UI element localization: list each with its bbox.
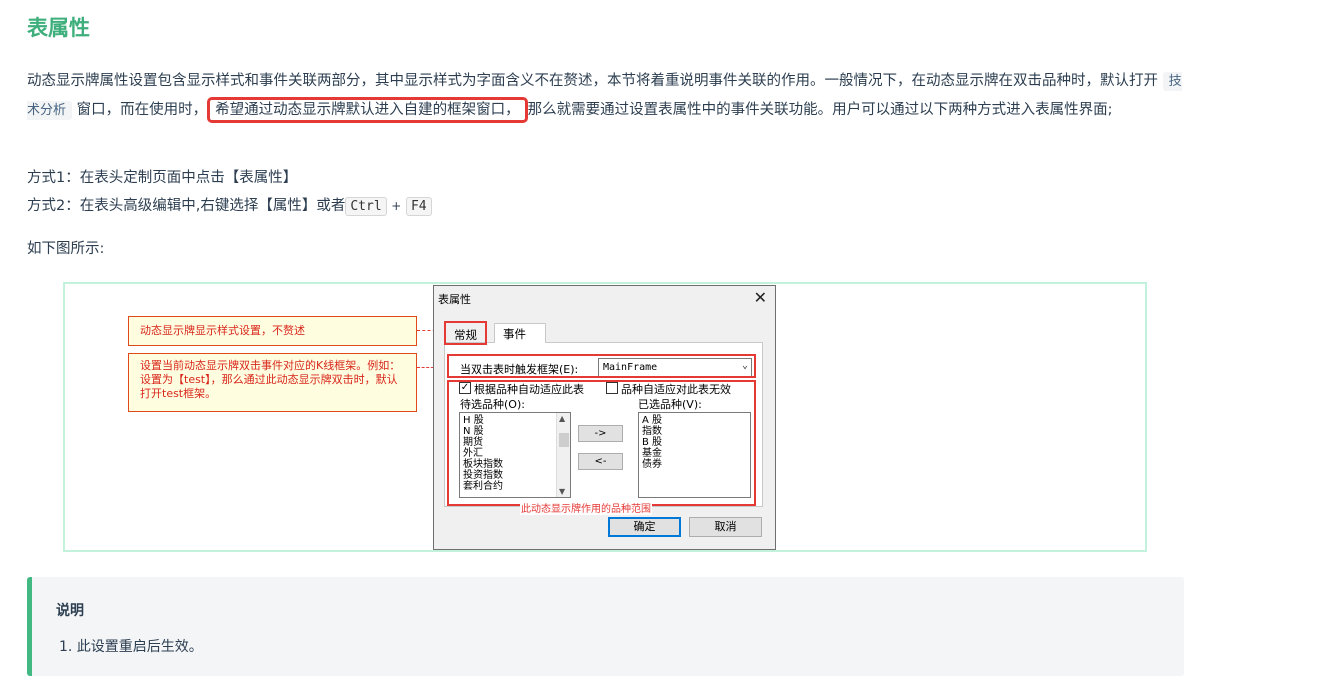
callout-style-note: 动态显示牌显示样式设置，不赘述 — [128, 316, 417, 346]
note-title: 说明 — [56, 603, 84, 619]
intro-text-2: 窗口，而在使用时， — [76, 102, 208, 118]
highlight-outline-frame — [447, 354, 756, 378]
kbd-plus: + — [391, 199, 402, 213]
highlight-outline-range — [447, 380, 756, 506]
ok-button[interactable]: 确定 — [608, 517, 681, 537]
dialog-title: 表属性 — [438, 293, 471, 306]
intro-paragraph: 动态显示牌属性设置包含显示样式和事件关联两部分，其中显示样式为字面含义不在赘述，… — [27, 67, 1187, 125]
tab-event[interactable]: 事件 — [494, 323, 546, 343]
figure-caption: 如下图所示: — [27, 241, 105, 257]
method-2-text: 方式2：在表头高级编辑中,右键选择【属性】或者 — [27, 198, 346, 214]
intro-text-3: 那么就需要通过设置表属性中的事件关联功能。用户可以通过以下两种方式进入表属性界面… — [527, 102, 1113, 118]
kbd-f4: F4 — [405, 197, 432, 216]
note-item: 1. 此设置重启后生效。 — [59, 639, 203, 655]
cancel-button[interactable]: 取消 — [689, 517, 762, 537]
range-caption: 此动态显示牌作用的品种范围 — [520, 500, 652, 515]
highlighted-phrase: 希望通过动态显示牌默认进入自建的框架窗口， — [207, 97, 528, 123]
method-1: 方式1：在表头定制页面中点击【表属性】 — [27, 170, 298, 186]
highlight-outline-tab — [444, 321, 487, 345]
method-2: 方式2：在表头高级编辑中,右键选择【属性】或者 Ctrl + F4 — [27, 192, 1187, 221]
callout-event-note: 设置当前动态显示牌双击事件对应的K线框架。例如：设置为【test】，那么通过此动… — [128, 353, 417, 412]
note-block: 说明 1. 此设置重启后生效。 — [27, 577, 1184, 676]
intro-text-1: 动态显示牌属性设置包含显示样式和事件关联两部分，其中显示样式为字面含义不在赘述，… — [27, 73, 1158, 89]
page-title: 表属性 — [27, 16, 90, 40]
kbd-ctrl: Ctrl — [345, 197, 387, 216]
table-properties-dialog: 表属性 ✕ 常规 事件 当双击表时触发框架(E): MainFrame ⌄ ✓ … — [433, 285, 776, 550]
close-icon[interactable]: ✕ — [754, 288, 767, 307]
